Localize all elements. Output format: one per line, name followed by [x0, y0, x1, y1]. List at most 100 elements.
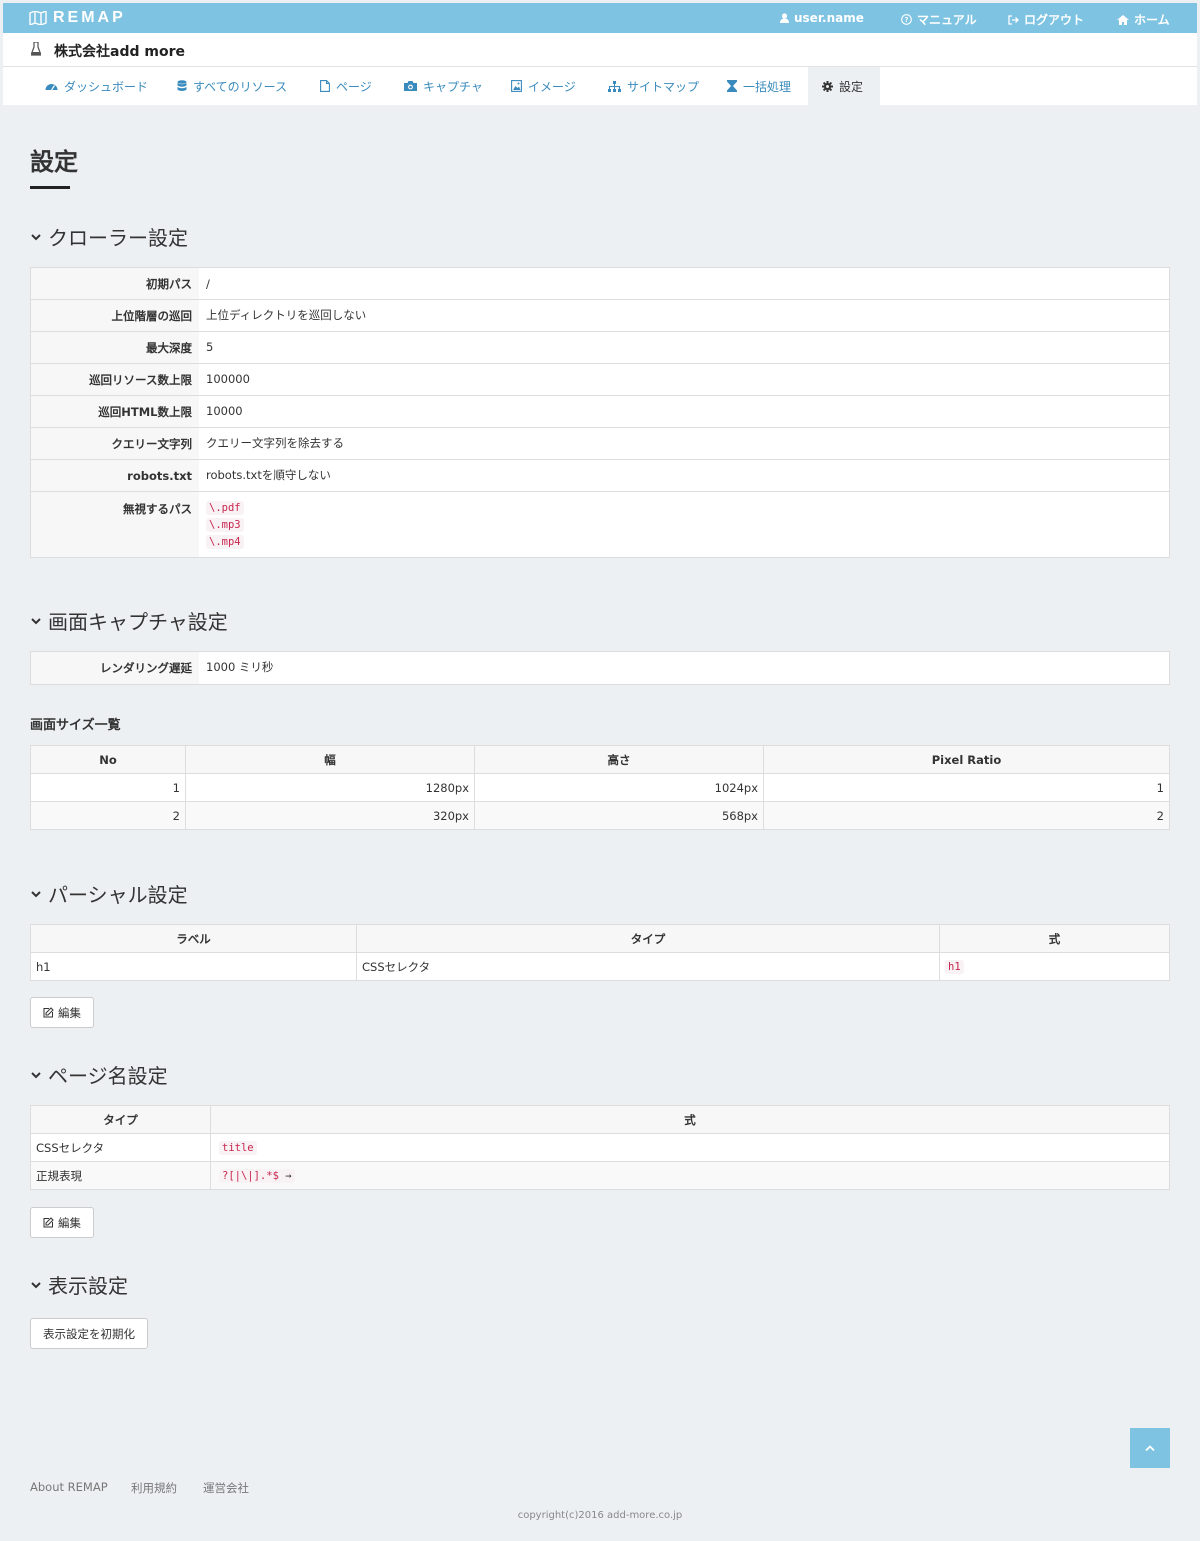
partial-edit-button[interactable]: 編集 — [30, 997, 94, 1028]
tab-capture[interactable]: キャプチャ — [404, 67, 483, 105]
logo-text: REMAP — [53, 9, 126, 26]
column-header: Pixel Ratio — [763, 745, 1170, 774]
tab-label: イメージ — [528, 79, 576, 94]
column-header: No — [30, 745, 186, 774]
manual-link[interactable]: ? マニュアル — [901, 11, 977, 28]
tab-settings[interactable]: 設定 — [808, 67, 880, 105]
row-value: 10000 — [206, 404, 243, 418]
code-value: ?[|\|].*$ → — [219, 1169, 295, 1183]
edit-icon — [43, 1007, 54, 1018]
pagename-edit-button[interactable]: 編集 — [30, 1207, 94, 1238]
cell: 320px — [185, 801, 475, 830]
column-header: 式 — [939, 924, 1170, 953]
code-value: \.mp3 — [206, 518, 244, 532]
table-row: 巡回HTML数上限 10000 — [31, 396, 1169, 428]
row-key: 最大深度 — [31, 332, 199, 363]
tab-label: すべてのリソース — [193, 79, 288, 94]
table-row: 正規表現 ?[|\|].*$ → — [30, 1161, 1170, 1190]
map-icon — [29, 11, 47, 25]
column-header: ラベル — [30, 924, 357, 953]
user-menu[interactable]: user.name — [780, 11, 864, 25]
display-heading[interactable]: 表示設定 — [30, 1270, 128, 1299]
row-key: レンダリング遅延 — [31, 652, 199, 684]
table-row: 上位階層の巡回 上位ディレクトリを巡回しない — [31, 300, 1169, 332]
logo[interactable]: REMAP — [29, 9, 126, 27]
table-row: robots.txt robots.txtを順守しない — [31, 460, 1169, 492]
tab-label: サイトマップ — [627, 79, 700, 94]
pagename-heading[interactable]: ページ名設定 — [30, 1060, 168, 1089]
cell: 1 — [763, 773, 1170, 802]
tab-label: キャプチャ — [423, 79, 483, 94]
user-icon — [780, 13, 789, 23]
flask-icon — [31, 42, 41, 56]
logout-link[interactable]: ログアウト — [1008, 11, 1084, 28]
tab-images[interactable]: イメージ — [511, 67, 576, 105]
row-value: 5 — [206, 340, 214, 354]
tab-label: 設定 — [839, 79, 864, 94]
row-key: クエリー文字列 — [31, 428, 199, 459]
column-header: 高さ — [474, 745, 764, 774]
file-icon — [320, 80, 330, 92]
back-to-top-button[interactable] — [1130, 1428, 1170, 1468]
tab-bar: ダッシュボード すべてのリソース ページ キャプチャ イメージ サイトマップ 一… — [3, 67, 1197, 105]
hourglass-icon — [727, 80, 737, 92]
cell: h1 — [30, 952, 357, 981]
home-link[interactable]: ホーム — [1117, 11, 1170, 28]
pagename-table: タイプ 式 CSSセレクタ title 正規表現 ?[|\|].*$ → — [30, 1105, 1170, 1190]
column-header: タイプ — [30, 1105, 211, 1134]
arrow-right-icon: → — [285, 1170, 292, 1182]
row-value: 1000 ミリ秒 — [206, 660, 274, 674]
footer-link-about[interactable]: About REMAP — [30, 1480, 108, 1494]
table-row: レンダリング遅延 1000 ミリ秒 — [31, 652, 1169, 684]
chevron-up-icon — [1145, 1445, 1155, 1452]
code-value: \.pdf — [206, 501, 244, 515]
cell: CSSセレクタ — [30, 1133, 211, 1162]
dashboard-icon — [45, 84, 58, 91]
button-label: 表示設定を初期化 — [43, 1326, 135, 1341]
tab-all-resources[interactable]: すべてのリソース — [177, 67, 287, 105]
home-label: ホーム — [1134, 13, 1170, 27]
crawler-heading[interactable]: クローラー設定 — [30, 222, 188, 251]
cell: 2 — [30, 801, 186, 830]
footer-link-company[interactable]: 運営会社 — [203, 1480, 249, 1496]
tab-batch[interactable]: 一括処理 — [727, 67, 791, 105]
table-row: CSSセレクタ title — [30, 1133, 1170, 1162]
partial-heading[interactable]: パーシャル設定 — [30, 879, 188, 908]
row-key: robots.txt — [31, 460, 199, 491]
partial-heading-text: パーシャル設定 — [48, 883, 188, 907]
footer-link-terms[interactable]: 利用規約 — [131, 1480, 177, 1496]
display-heading-text: 表示設定 — [48, 1274, 128, 1298]
user-name: user.name — [794, 11, 864, 25]
title-underline — [30, 186, 70, 189]
capture-heading-text: 画面キャプチャ設定 — [48, 610, 228, 634]
table-row: 無視するパス \.pdf \.mp3 \.mp4 — [31, 492, 1169, 557]
chevron-down-icon — [31, 1281, 41, 1288]
row-value: / — [206, 277, 210, 291]
cell: ?[|\|].*$ → — [210, 1161, 1170, 1190]
table-row: h1 CSSセレクタ h1 — [30, 952, 1170, 981]
row-key: 巡回リソース数上限 — [31, 364, 199, 395]
row-key: 上位階層の巡回 — [31, 300, 199, 331]
tab-dashboard[interactable]: ダッシュボード — [45, 67, 148, 105]
org-name: 株式会社add more — [54, 44, 185, 60]
chevron-down-icon — [31, 233, 41, 240]
tab-sitemap[interactable]: サイトマップ — [608, 67, 699, 105]
sitemap-icon — [608, 80, 621, 92]
table-header: No 幅 高さ Pixel Ratio — [30, 745, 1170, 774]
code-value: \.mp4 — [206, 535, 244, 549]
pagename-heading-text: ページ名設定 — [48, 1064, 168, 1088]
table-row: 初期パス / — [31, 268, 1169, 300]
tab-pages[interactable]: ページ — [320, 67, 372, 105]
capture-heading[interactable]: 画面キャプチャ設定 — [30, 606, 228, 635]
tab-label: ページ — [336, 79, 372, 94]
cell: 正規表現 — [30, 1161, 211, 1190]
chevron-down-icon — [31, 890, 41, 897]
sizes-table: No 幅 高さ Pixel Ratio 1 1280px 1024px 1 2 … — [30, 745, 1170, 830]
reset-display-button[interactable]: 表示設定を初期化 — [30, 1318, 148, 1349]
row-value: 100000 — [206, 372, 250, 386]
copyright: copyright(c)2016 add-more.co.jp — [517, 1510, 683, 1521]
page-title: 設定 — [30, 148, 78, 176]
code-value: title — [219, 1141, 257, 1155]
logout-label: ログアウト — [1024, 13, 1085, 27]
question-icon: ? — [901, 14, 912, 25]
